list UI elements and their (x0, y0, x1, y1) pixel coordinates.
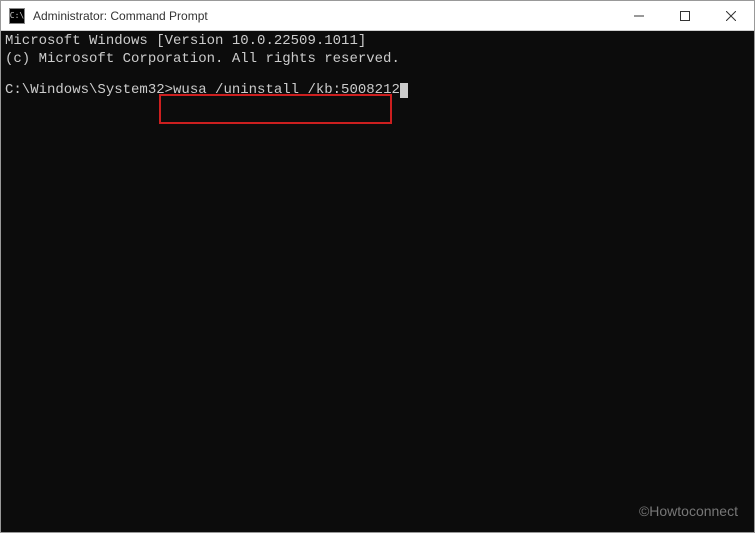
cmd-icon: C:\ (9, 8, 25, 24)
terminal-prompt-line: C:\Windows\System32>wusa /uninstall /kb:… (5, 82, 750, 100)
terminal-output-line: (c) Microsoft Corporation. All rights re… (5, 51, 750, 69)
terminal-prompt: C:\Windows\System32> (5, 82, 173, 100)
minimize-icon (634, 11, 644, 21)
terminal-command: wusa /uninstall /kb:5008212 (173, 82, 400, 100)
close-icon (726, 11, 736, 21)
terminal-area[interactable]: Microsoft Windows [Version 10.0.22509.10… (1, 31, 754, 532)
close-button[interactable] (708, 1, 754, 30)
terminal-cursor (400, 83, 408, 98)
titlebar: C:\ Administrator: Command Prompt (1, 1, 754, 31)
maximize-icon (680, 11, 690, 21)
maximize-button[interactable] (662, 1, 708, 30)
window-controls (616, 1, 754, 30)
window-title: Administrator: Command Prompt (33, 9, 616, 23)
watermark: ©Howtoconnect (639, 503, 738, 521)
minimize-button[interactable] (616, 1, 662, 30)
terminal-output-line: Microsoft Windows [Version 10.0.22509.10… (5, 33, 750, 51)
